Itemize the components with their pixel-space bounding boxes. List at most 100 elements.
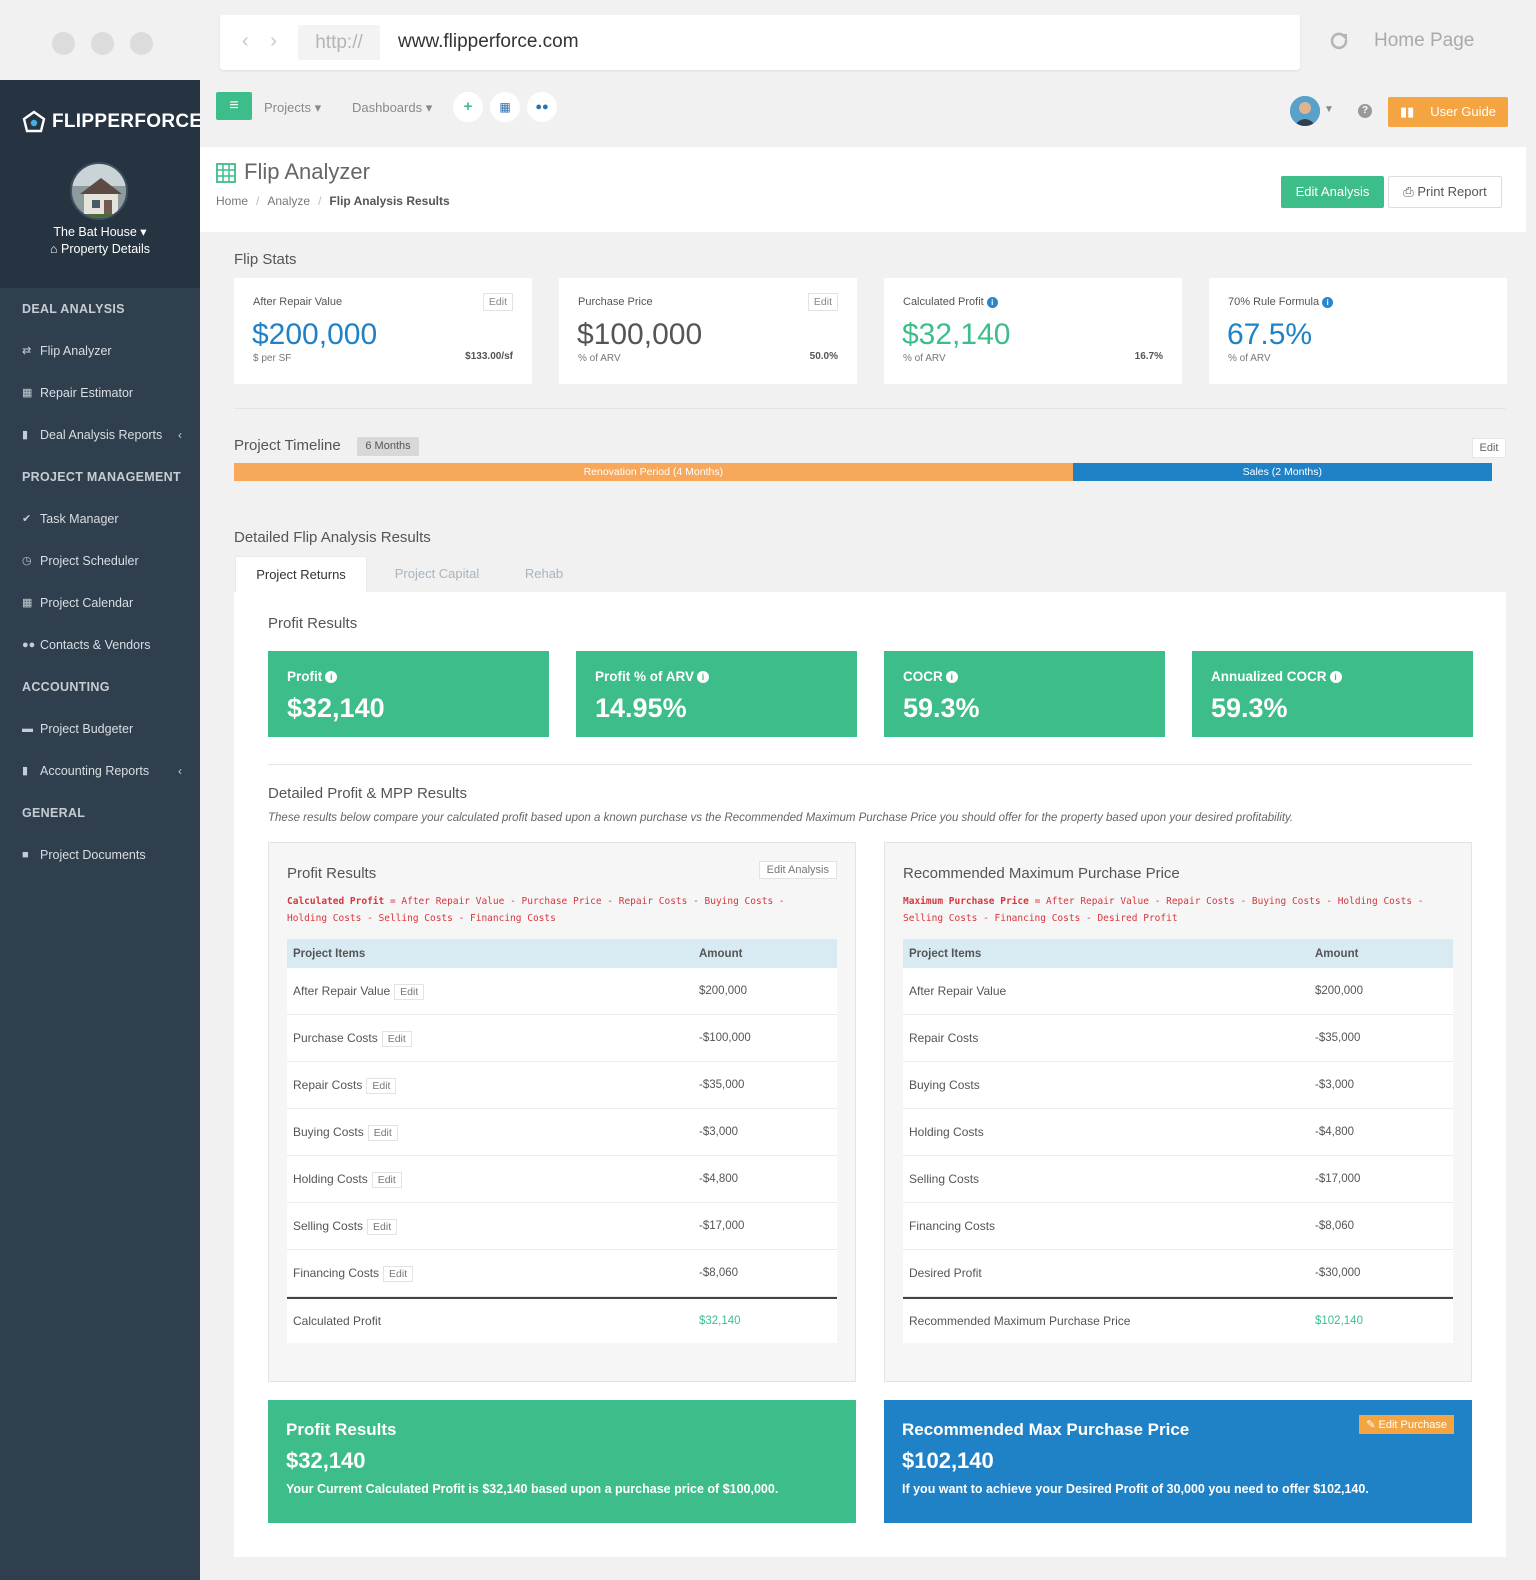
tab-project-capital[interactable]: Project Capital bbox=[372, 556, 502, 592]
info-icon[interactable]: i bbox=[1322, 296, 1334, 308]
info-icon[interactable]: i bbox=[945, 671, 958, 683]
back-forward-icon[interactable]: ‹ › bbox=[242, 30, 285, 53]
edit-row-button[interactable]: Edit bbox=[367, 1125, 398, 1141]
add-icon[interactable]: + bbox=[453, 92, 483, 122]
sidebar-item-project-calendar[interactable]: ▦ Project Calendar bbox=[0, 582, 200, 624]
chevron-down-icon[interactable]: ▼ bbox=[1324, 104, 1334, 115]
edit-timeline-button[interactable]: Edit bbox=[1472, 438, 1506, 458]
user-avatar[interactable] bbox=[1290, 96, 1320, 126]
sidebar-item-task-manager[interactable]: ✔ Task Manager bbox=[0, 498, 200, 540]
sidebar-item-flip-analyzer[interactable]: ⇄ Flip Analyzer bbox=[0, 330, 200, 372]
brand-name: FLIPPERFORCE bbox=[52, 111, 203, 132]
row-item: Repair Costs bbox=[909, 1031, 979, 1045]
reload-icon[interactable] bbox=[1326, 28, 1352, 54]
profit-results-heading: Profit Results bbox=[268, 615, 358, 632]
table-row: Selling Costs -$17,000 bbox=[903, 1156, 1453, 1203]
stat-sub: % of ARV bbox=[578, 353, 621, 364]
projects-dropdown[interactable]: Projects ▾ bbox=[264, 100, 321, 116]
dashboards-dropdown[interactable]: Dashboards ▾ bbox=[352, 100, 432, 116]
property-name-dropdown[interactable]: The Bat House ▾ bbox=[0, 224, 200, 239]
edit-analysis-small-button[interactable]: Edit Analysis bbox=[758, 861, 837, 879]
mpp-description: These results below compare your calcula… bbox=[268, 812, 1294, 824]
sidebar-item-label: Contacts & Vendors bbox=[40, 638, 151, 652]
detailed-results-title: Detailed Flip Analysis Results bbox=[234, 529, 431, 546]
calendar-icon[interactable]: ▦ bbox=[490, 92, 520, 122]
metric-label-row: COCR i bbox=[903, 669, 958, 684]
table-row: Desired Profit -$30,000 bbox=[903, 1250, 1453, 1297]
property-details-link[interactable]: ⌂ Property Details bbox=[0, 242, 200, 256]
metric-card-profit-pct-arv: Profit % of ARV i 14.95% bbox=[576, 651, 857, 737]
window-minimize-dot[interactable] bbox=[91, 32, 114, 55]
breadcrumb-analyze[interactable]: Analyze bbox=[267, 194, 310, 208]
sidebar-item-project-budgeter[interactable]: ▬ Project Budgeter bbox=[0, 708, 200, 750]
info-icon[interactable]: i bbox=[697, 671, 710, 683]
house-logo-icon bbox=[22, 110, 46, 133]
profit-box-title: Profit Results bbox=[287, 865, 377, 882]
row-item: Financing Costs bbox=[293, 1266, 380, 1280]
help-icon[interactable]: ? bbox=[1358, 104, 1372, 118]
edit-purchase-label: Edit Purchase bbox=[1378, 1419, 1447, 1431]
edit-arv-button[interactable]: Edit bbox=[482, 293, 513, 311]
user-guide-button[interactable]: ▮▮ User Guide bbox=[1388, 97, 1508, 127]
edit-row-button[interactable]: Edit bbox=[366, 1078, 397, 1094]
menu-toggle-button[interactable]: ≡ bbox=[216, 92, 252, 120]
page-header: Flip Analyzer Home / Analyze / Flip Analysis… bbox=[200, 147, 1526, 232]
info-icon[interactable]: i bbox=[1329, 671, 1342, 683]
edit-purchase-button[interactable]: ✎ Edit Purchase bbox=[1359, 1415, 1454, 1434]
edit-row-button[interactable]: Edit bbox=[394, 984, 425, 1000]
edit-purchase-price-button[interactable]: Edit bbox=[807, 293, 838, 311]
stat-label: Calculated Profit bbox=[903, 296, 984, 308]
edit-row-button[interactable]: Edit bbox=[381, 1031, 412, 1047]
tab-project-returns[interactable]: Project Returns bbox=[235, 556, 367, 592]
mpp-formula: Maximum Purchase Price = After Repair Va… bbox=[903, 893, 1443, 927]
sidebar-item-contacts-vendors[interactable]: ●● Contacts & Vendors bbox=[0, 624, 200, 666]
sidebar-item-label: Project Calendar bbox=[40, 596, 134, 610]
sidebar-item-repair-estimator[interactable]: ▦ Repair Estimator bbox=[0, 372, 200, 414]
row-item: Buying Costs bbox=[909, 1078, 980, 1092]
sidebar-header: FLIPPERFORCE The Bat House ▾ ⌂ Property … bbox=[0, 80, 202, 288]
table-row: Holding Costs Edit -$4,800 bbox=[287, 1156, 837, 1203]
print-report-button[interactable]: ⎙ Print Report bbox=[1388, 176, 1502, 208]
sidebar-item-deal-analysis-reports[interactable]: ▮ Deal Analysis Reports ‹ bbox=[0, 414, 200, 456]
info-icon[interactable]: i bbox=[986, 296, 998, 308]
info-icon[interactable]: i bbox=[325, 671, 338, 683]
users-icon[interactable]: ●● bbox=[527, 92, 557, 122]
brand-logo[interactable]: FLIPPERFORCE bbox=[22, 110, 202, 134]
table-row: Repair Costs Edit -$35,000 bbox=[287, 1062, 837, 1109]
property-photo[interactable] bbox=[70, 162, 128, 220]
window-maximize-dot[interactable] bbox=[130, 32, 153, 55]
sidebar-item-accounting-reports[interactable]: ▮ Accounting Reports ‹ bbox=[0, 750, 200, 792]
browser-chrome: ‹ › http:// www.flipperforce.com Home Pa… bbox=[0, 0, 1536, 80]
edit-row-button[interactable]: Edit bbox=[371, 1172, 402, 1188]
sidebar-item-project-scheduler[interactable]: ◷ Project Scheduler bbox=[0, 540, 200, 582]
total-value: $102,140 bbox=[1315, 1315, 1363, 1327]
address-bar[interactable]: ‹ › http:// www.flipperforce.com bbox=[220, 15, 1300, 70]
stat-sub-value: 50.0% bbox=[809, 351, 838, 362]
stat-label-row: 70% Rule Formula i bbox=[1228, 296, 1334, 308]
table-row: Financing Costs Edit -$8,060 bbox=[287, 1250, 837, 1297]
stat-value: $200,000 bbox=[252, 318, 378, 351]
row-item: Selling Costs bbox=[293, 1219, 364, 1233]
calculator-icon: ▦ bbox=[22, 387, 33, 399]
edit-row-button[interactable]: Edit bbox=[367, 1219, 398, 1235]
stat-card-purchase-price: Purchase Price Edit $100,000 % of ARV 50… bbox=[559, 278, 857, 384]
check-circle-icon: ✔ bbox=[22, 513, 32, 525]
mpp-table: Project Items Amount After Repair Value $… bbox=[903, 939, 1453, 1343]
metric-label-row: Profit % of ARV i bbox=[595, 669, 710, 684]
file-icon: ▮ bbox=[22, 429, 29, 441]
stat-sub: % of ARV bbox=[903, 353, 946, 364]
sidebar-item-project-documents[interactable]: ■ Project Documents bbox=[0, 834, 200, 876]
edit-row-button[interactable]: Edit bbox=[383, 1266, 414, 1282]
breadcrumb-home[interactable]: Home bbox=[216, 194, 248, 208]
table-row: After Repair Value $200,000 bbox=[903, 968, 1453, 1015]
clock-icon: ◷ bbox=[22, 555, 32, 567]
edit-analysis-button[interactable]: Edit Analysis bbox=[1281, 176, 1384, 208]
tab-rehab[interactable]: Rehab bbox=[505, 556, 583, 592]
sidebar-item-label: Flip Analyzer bbox=[40, 344, 112, 358]
summary-text: Your Current Calculated Profit is $32,14… bbox=[286, 1482, 779, 1496]
home-page-link[interactable]: Home Page bbox=[1374, 30, 1474, 52]
stat-label: After Repair Value bbox=[253, 296, 343, 308]
calendar-icon: ▦ bbox=[22, 597, 33, 609]
window-close-dot[interactable] bbox=[52, 32, 75, 55]
url-text[interactable]: www.flipperforce.com bbox=[398, 31, 579, 53]
